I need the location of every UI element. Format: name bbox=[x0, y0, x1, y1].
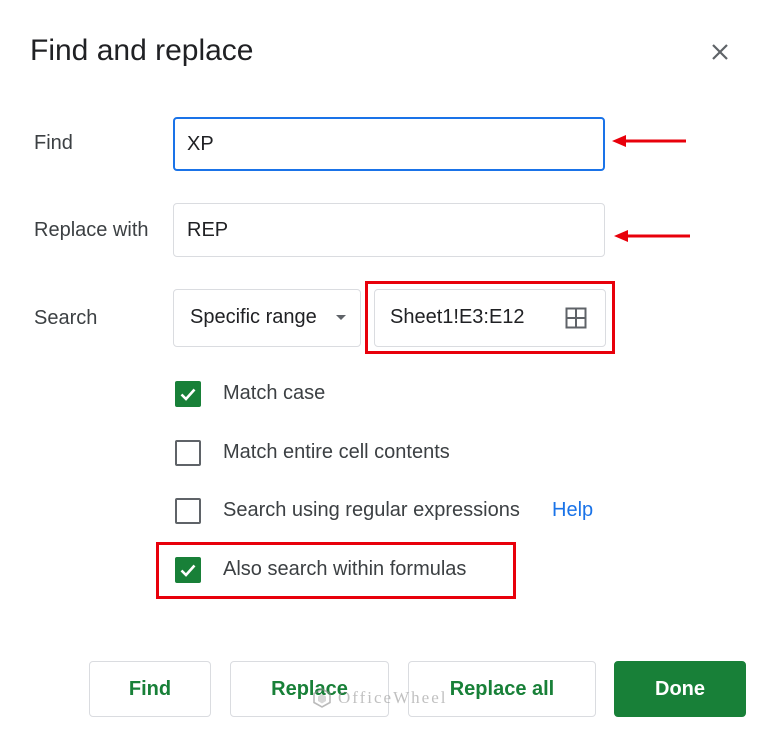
annotation-box-formulas bbox=[156, 542, 516, 599]
match-entire-cell-label: Match entire cell contents bbox=[223, 441, 450, 463]
regex-label: Search using regular expressions bbox=[223, 499, 520, 521]
replace-input[interactable] bbox=[173, 203, 605, 257]
match-case-checkbox[interactable] bbox=[175, 381, 201, 407]
search-scope-dropdown[interactable]: Specific range bbox=[173, 289, 361, 347]
search-scope-value: Specific range bbox=[190, 306, 317, 328]
match-case-label: Match case bbox=[223, 382, 326, 404]
annotation-arrow-replace bbox=[614, 230, 690, 242]
find-button[interactable]: Find bbox=[89, 661, 211, 717]
annotation-box-range bbox=[365, 281, 615, 354]
match-entire-cell-checkbox[interactable] bbox=[175, 440, 201, 466]
replace-button[interactable]: Replace bbox=[230, 661, 389, 717]
replace-all-button[interactable]: Replace all bbox=[408, 661, 596, 717]
search-label: Search bbox=[34, 307, 98, 329]
dialog-title: Find and replace bbox=[30, 34, 254, 67]
help-link[interactable]: Help bbox=[552, 499, 593, 522]
find-replace-dialog: Find and replace Find Replace with Searc… bbox=[0, 0, 767, 738]
close-icon[interactable] bbox=[705, 37, 735, 67]
dropdown-caret-icon bbox=[336, 315, 346, 320]
annotation-arrow-find bbox=[612, 135, 686, 147]
find-label: Find bbox=[34, 132, 73, 154]
find-input[interactable] bbox=[173, 117, 605, 171]
regex-checkbox[interactable] bbox=[175, 498, 201, 524]
done-button[interactable]: Done bbox=[614, 661, 746, 717]
replace-label: Replace with bbox=[34, 219, 149, 241]
